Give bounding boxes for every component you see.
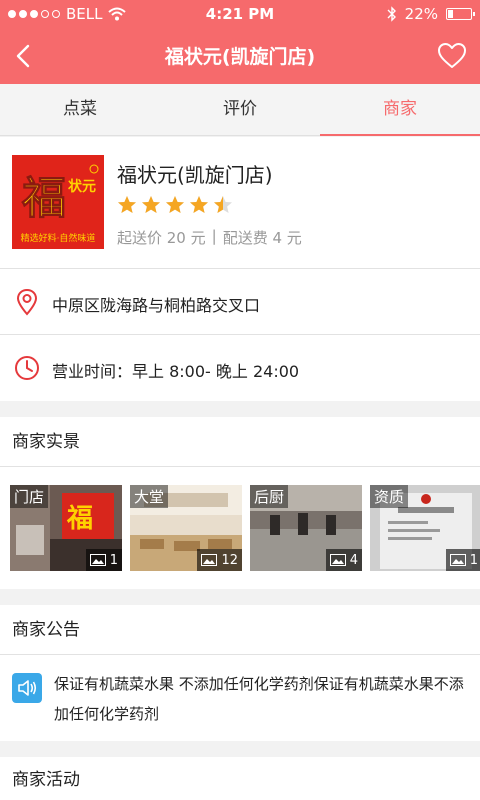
photo-count: 1 (85, 549, 122, 571)
shop-name: 福状元(凯旋门店) (117, 163, 273, 187)
fee-separator: | (211, 227, 217, 245)
page-title: 福状元(凯旋门店) (164, 46, 316, 68)
address-row[interactable]: 中原区陇海路与桐柏路交叉口 (0, 269, 480, 335)
tab-merchant[interactable]: 商家 (320, 84, 480, 136)
image-icon (201, 554, 218, 566)
notice-text: 保证有机蔬菜水果 不添加任何化学药剂保证有机蔬菜水果不添加任何化学药剂 (54, 675, 464, 723)
location-pin-icon (16, 288, 38, 316)
svg-text:福: 福 (21, 173, 66, 224)
photo-kitchen[interactable]: 后厨 4 (250, 485, 362, 571)
delivery-fee-text: 配送费 4 元 (222, 229, 302, 247)
address-text: 中原区陇海路与桐柏路交叉口 (52, 296, 261, 315)
star-icon (142, 196, 160, 213)
gallery-section: 商家实景 福 门店 1 大堂 12 后厨 4 资质 1 (0, 417, 480, 589)
tab-order[interactable]: 点菜 (0, 84, 160, 135)
photo-count: 12 (197, 549, 242, 571)
fee-info: 起送价 20 元 | 配送费 4 元 (117, 227, 302, 248)
svg-text:状元: 状元 (68, 178, 96, 195)
photo-label: 门店 (10, 485, 49, 508)
gallery-list: 福 门店 1 大堂 12 后厨 4 资质 1 (10, 485, 480, 571)
back-arrow-icon[interactable] (8, 40, 40, 72)
battery-icon (446, 8, 475, 20)
shop-info-card: 福 状元 精选好料·自然味道 福状元(凯旋门店) 起送价 20 元 | 配送费 … (0, 137, 480, 269)
speaker-icon (12, 673, 42, 703)
star-icon (214, 196, 232, 213)
svg-text:福: 福 (66, 504, 93, 534)
photo-label: 资质 (370, 485, 409, 508)
photo-count: 4 (325, 549, 362, 571)
photo-storefront[interactable]: 福 门店 1 (10, 485, 122, 571)
rating-stars (117, 195, 233, 215)
status-bar: BELL 4:21 PM 22% (0, 0, 480, 28)
image-icon (329, 554, 346, 566)
star-icon (118, 196, 136, 213)
clock-icon (15, 356, 39, 380)
photo-count: 1 (445, 549, 480, 571)
svg-text:精选好料·自然味道: 精选好料·自然味道 (21, 232, 96, 244)
activity-title: 商家活动 (12, 770, 80, 790)
image-icon (89, 554, 106, 566)
photo-label: 后厨 (250, 485, 289, 508)
shop-logo: 福 状元 精选好料·自然味道 (12, 155, 104, 249)
notice-section: 商家公告 保证有机蔬菜水果 不添加任何化学药剂保证有机蔬菜水果不添加任何化学药剂 (0, 605, 480, 741)
photo-license[interactable]: 资质 1 (370, 485, 480, 571)
min-order-text: 起送价 20 元 (117, 229, 206, 247)
photo-label: 大堂 (130, 485, 169, 508)
activity-section: 商家活动 (0, 757, 480, 800)
bluetooth-icon (387, 6, 396, 22)
star-icon (190, 196, 208, 213)
photo-hall[interactable]: 大堂 12 (130, 485, 242, 571)
hours-text: 营业时间：早上 8:00- 晚上 24:00 (52, 362, 300, 381)
notice-title: 商家公告 (0, 605, 480, 655)
tab-bar: 点菜 评价 商家 (0, 84, 480, 136)
hours-row: 营业时间：早上 8:00- 晚上 24:00 (0, 335, 480, 401)
gallery-title: 商家实景 (0, 417, 480, 467)
tab-reviews[interactable]: 评价 (160, 84, 320, 135)
image-icon (449, 554, 466, 566)
battery-percent: 22% (404, 5, 438, 23)
star-icon (166, 196, 184, 213)
nav-bar: 福状元(凯旋门店) (0, 28, 480, 84)
heart-icon[interactable] (436, 40, 468, 72)
